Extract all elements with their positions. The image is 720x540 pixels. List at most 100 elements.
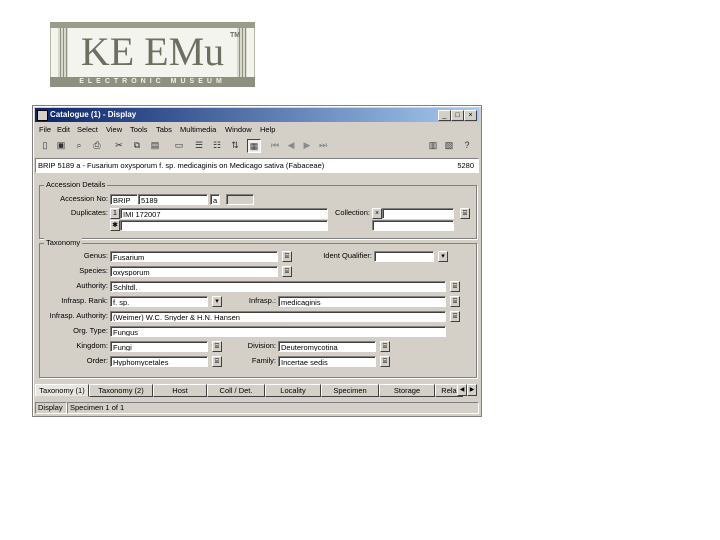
next-record-icon[interactable]: ▶ bbox=[301, 139, 313, 151]
catalogue-window: Catalogue (1) - Display _ □ × File Edit … bbox=[32, 105, 482, 417]
duplicates-label: Duplicates: bbox=[70, 208, 108, 217]
menu-file[interactable]: File bbox=[39, 124, 51, 136]
list-view-icon[interactable]: ☷ bbox=[211, 139, 223, 151]
collection-lookup-icon[interactable]: ⌸ bbox=[460, 208, 470, 219]
report-icon[interactable]: ▧ bbox=[443, 139, 455, 151]
search-icon[interactable]: ⌕ bbox=[73, 139, 85, 151]
genus-label: Genus: bbox=[83, 251, 108, 260]
division-label: Division: bbox=[247, 341, 276, 350]
infrasp-field[interactable]: medicaginis bbox=[278, 296, 446, 307]
menu-multimedia[interactable]: Multimedia bbox=[180, 124, 216, 136]
authority-label: Authority: bbox=[76, 281, 108, 290]
logo-trademark: TM bbox=[230, 32, 241, 39]
toolbar: ▯ ▣ ⌕ ⎙ ✂ ⧉ ▤ ▭ ☰ ☷ ⇅ ▦ ⏮ ◀ ▶ ⏭ ▥ ▧ ? bbox=[35, 137, 479, 154]
duplicate-value-field[interactable]: IMI 172007 bbox=[120, 208, 328, 219]
title-bar[interactable]: Catalogue (1) - Display _ □ × bbox=[35, 108, 479, 122]
status-mode: Display bbox=[35, 402, 67, 414]
menu-tabs[interactable]: Tabs bbox=[156, 124, 172, 136]
menu-tools[interactable]: Tools bbox=[130, 124, 148, 136]
order-field[interactable]: Hyphomycetales bbox=[110, 356, 208, 367]
family-lookup-icon[interactable]: ⌸ bbox=[380, 356, 390, 367]
tab-coll-det[interactable]: Coll / Det. bbox=[207, 384, 265, 397]
order-lookup-icon[interactable]: ⌸ bbox=[212, 356, 222, 367]
kingdom-lookup-icon[interactable]: ⌸ bbox=[212, 341, 222, 352]
paste-icon[interactable]: ▤ bbox=[149, 139, 161, 151]
details-view-icon[interactable]: ☰ bbox=[193, 139, 205, 151]
menu-help[interactable]: Help bbox=[260, 124, 275, 136]
ident-qualifier-field[interactable] bbox=[374, 251, 434, 262]
infrasp-label: Infrasp.: bbox=[248, 296, 276, 305]
previous-record-icon[interactable]: ◀ bbox=[285, 139, 297, 151]
kingdom-field[interactable]: Fungi bbox=[110, 341, 208, 352]
app-icon[interactable] bbox=[37, 110, 48, 121]
tab-host[interactable]: Host bbox=[153, 384, 207, 397]
collection-row-marker: × bbox=[372, 208, 382, 219]
tab-taxonomy-1[interactable]: Taxonomy (1) bbox=[35, 384, 89, 397]
accession-suffix-field[interactable]: a bbox=[210, 194, 220, 205]
division-field[interactable]: Deuteromycotina bbox=[278, 341, 376, 352]
ident-qualifier-label: Ident Qualifier: bbox=[323, 251, 372, 260]
kingdom-label: Kingdom: bbox=[76, 341, 108, 350]
minimize-button[interactable]: _ bbox=[438, 110, 451, 121]
cut-icon[interactable]: ✂ bbox=[113, 139, 125, 151]
save-icon[interactable]: ▣ bbox=[55, 139, 67, 151]
menu-select[interactable]: Select bbox=[77, 124, 98, 136]
genus-lookup-icon[interactable]: ⌸ bbox=[282, 251, 292, 262]
family-label: Family: bbox=[251, 356, 276, 365]
tab-strip: Taxonomy (1) Taxonomy (2) Host Coll / De… bbox=[35, 384, 465, 398]
close-button[interactable]: × bbox=[464, 110, 477, 121]
record-summary: BRIP 5189 a - Fusarium oxysporum f. sp. … bbox=[38, 161, 325, 170]
infrasp-lookup-icon[interactable]: ⌸ bbox=[450, 296, 460, 307]
help-icon[interactable]: ? bbox=[461, 139, 473, 151]
authority-lookup-icon[interactable]: ⌸ bbox=[450, 281, 460, 292]
tab-scroll-right-icon[interactable]: ▶ bbox=[467, 384, 477, 396]
authority-field[interactable]: Schltdl. bbox=[110, 281, 446, 292]
tab-locality[interactable]: Locality bbox=[265, 384, 321, 397]
infrasp-rank-field[interactable]: f. sp. bbox=[110, 296, 208, 307]
duplicate-new-field[interactable] bbox=[120, 220, 328, 231]
new-icon[interactable]: ▯ bbox=[39, 139, 51, 151]
tab-taxonomy-2[interactable]: Taxonomy (2) bbox=[89, 384, 153, 397]
tab-specimen[interactable]: Specimen bbox=[321, 384, 379, 397]
ident-qualifier-dropdown[interactable]: ▾ bbox=[438, 251, 448, 262]
logo-column-left bbox=[58, 28, 68, 78]
status-bar: Display Specimen 1 of 1 bbox=[35, 402, 479, 414]
maximize-button[interactable]: □ bbox=[451, 110, 464, 121]
order-label: Order: bbox=[86, 356, 108, 365]
accession-no-label: Accession No: bbox=[60, 194, 108, 203]
org-type-field[interactable]: Fungus bbox=[110, 326, 446, 337]
accession-details-label: Accession Details bbox=[44, 180, 108, 190]
sort-icon[interactable]: ⇅ bbox=[229, 139, 241, 151]
menu-edit[interactable]: Edit bbox=[57, 124, 70, 136]
collection-new-field[interactable] bbox=[372, 220, 454, 231]
copy-icon[interactable]: ⧉ bbox=[131, 139, 143, 151]
display-view-icon[interactable]: ▦ bbox=[247, 139, 261, 153]
tab-storage[interactable]: Storage bbox=[379, 384, 435, 397]
last-record-icon[interactable]: ⏭ bbox=[317, 139, 329, 151]
accession-number-field[interactable]: 5189 bbox=[138, 194, 208, 205]
collection-field[interactable] bbox=[382, 208, 454, 219]
species-lookup-icon[interactable]: ⌸ bbox=[282, 266, 292, 277]
window-title: Catalogue (1) - Display bbox=[50, 110, 137, 119]
first-record-icon[interactable]: ⏮ bbox=[269, 139, 281, 151]
genus-field[interactable]: Fusarium bbox=[110, 251, 278, 262]
infrasp-authority-label: Infrasp. Authority: bbox=[49, 311, 108, 320]
attach-icon[interactable]: ▭ bbox=[173, 139, 185, 151]
infrasp-authority-lookup-icon[interactable]: ⌸ bbox=[450, 311, 460, 322]
accession-prefix-field[interactable]: BRIP bbox=[110, 194, 138, 205]
ke-emu-logo: KE EMu TM ELECTRONIC MUSEUM bbox=[50, 22, 255, 87]
family-field[interactable]: Incertae sedis bbox=[278, 356, 376, 367]
infrasp-rank-dropdown[interactable]: ▾ bbox=[212, 296, 222, 307]
menu-view[interactable]: View bbox=[106, 124, 122, 136]
records-icon[interactable]: ▥ bbox=[427, 139, 439, 151]
org-type-label: Org. Type: bbox=[73, 326, 108, 335]
species-label: Species: bbox=[79, 266, 108, 275]
infrasp-authority-field[interactable]: (Weimer) W.C. Snyder & H.N. Hansen bbox=[110, 311, 446, 322]
menu-window[interactable]: Window bbox=[225, 124, 252, 136]
tab-scroll-left-icon[interactable]: ◀ bbox=[457, 384, 467, 396]
accession-extra-field bbox=[226, 194, 254, 205]
species-field[interactable]: oxysporum bbox=[110, 266, 278, 277]
division-lookup-icon[interactable]: ⌸ bbox=[380, 341, 390, 352]
taxonomy-group: Taxonomy Genus: Fusarium ⌸ Ident Qualifi… bbox=[39, 238, 477, 378]
print-icon[interactable]: ⎙ bbox=[91, 139, 103, 151]
